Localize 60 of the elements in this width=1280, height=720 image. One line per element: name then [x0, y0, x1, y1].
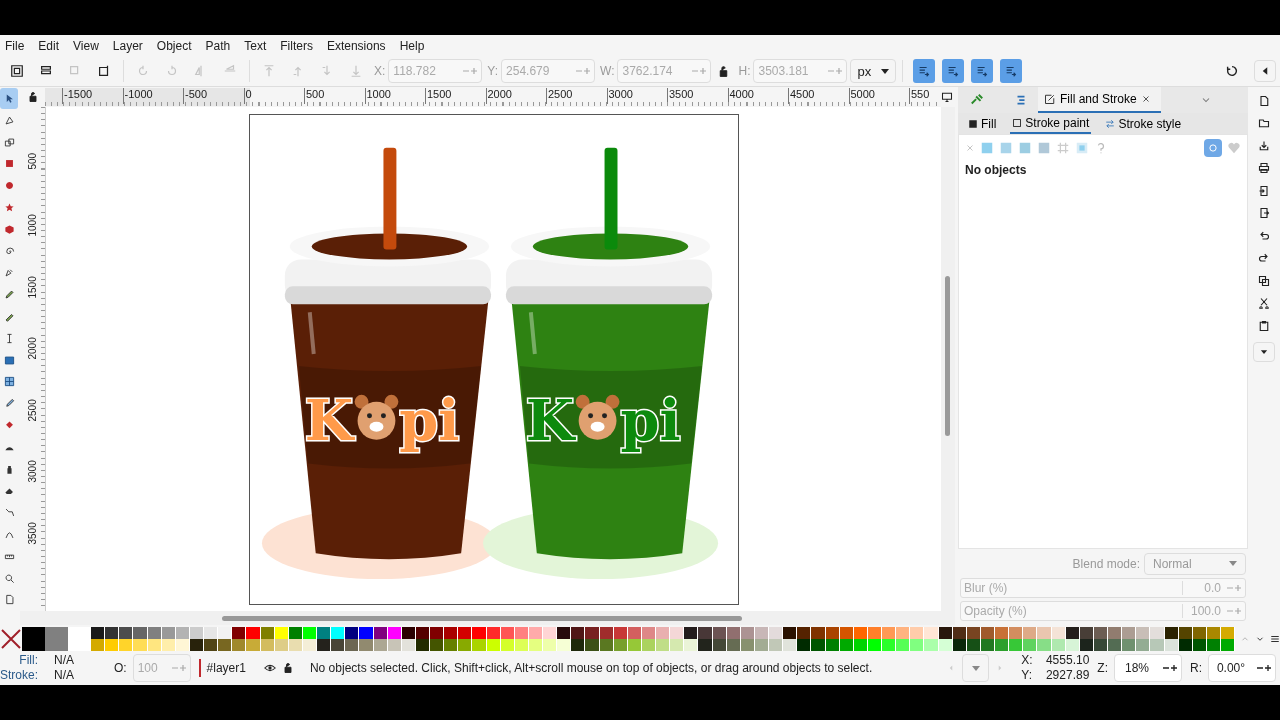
cup-label-text: K — [525, 387, 575, 453]
ruler-label: 0 — [243, 87, 304, 104]
cup-label-text: K — [304, 387, 354, 453]
ruler-label: 2500 — [27, 398, 38, 423]
cursor-x-label: X: — [1021, 653, 1034, 669]
fill-label: Fill: — [18, 653, 38, 669]
ruler-label: 2500 — [546, 87, 607, 104]
ruler-label: -1000 — [122, 87, 183, 104]
menu-item[interactable]: Object — [156, 38, 192, 53]
coordinate-label: W: — [600, 64, 615, 78]
menu-item[interactable]: Layer — [112, 38, 143, 53]
zoom-field[interactable]: 18% — [1114, 654, 1182, 683]
ruler-label: 3500 — [667, 87, 728, 104]
zoom-label: Z: — [1097, 661, 1108, 676]
cup-label-text: pi — [620, 387, 681, 453]
cursor-x-value: 4555.10 — [1044, 653, 1090, 669]
blend-mode-label: Blend mode: — [1072, 556, 1140, 571]
coordinate-label: Y: — [487, 64, 499, 78]
menu-item[interactable]: Help — [399, 38, 425, 53]
ruler-label: 5000 — [848, 87, 909, 104]
ruler-label: 1500 — [425, 87, 486, 104]
ruler-label: 3000 — [27, 460, 38, 485]
ruler-label: 500 — [304, 87, 365, 104]
unit-dropdown[interactable]: px — [850, 59, 897, 83]
ruler-label: 2000 — [485, 87, 546, 104]
stroke-label: Stroke: — [0, 668, 38, 684]
menu-item[interactable]: File — [5, 38, 25, 53]
status-text: No objects — [965, 163, 1028, 178]
dialog-tab[interactable]: Fill and Stroke — [1038, 86, 1161, 113]
rotation-label: R: — [1190, 661, 1202, 676]
fill-value: N/A — [53, 653, 75, 669]
opacity-label: O: — [114, 661, 127, 676]
ruler-label: 3000 — [606, 87, 667, 104]
rotation-field[interactable]: 0.00° — [1208, 654, 1276, 683]
cursor-y-value: 2927.89 — [1044, 668, 1090, 684]
cursor-y-label: Y: — [1021, 668, 1033, 684]
ruler-label: 1500 — [27, 275, 38, 300]
layer-name[interactable]: #layer1 — [206, 661, 246, 676]
paint-tab[interactable]: Fill — [966, 114, 999, 133]
menu-item[interactable]: Extensions — [326, 38, 386, 53]
ruler-label: -1500 — [62, 87, 123, 104]
coordinate-label: X: — [374, 64, 386, 78]
menu-item[interactable]: View — [73, 38, 99, 53]
coordinate-label: H: — [738, 64, 751, 78]
ruler-label: 1000 — [27, 214, 38, 239]
ruler-label: -500 — [183, 87, 244, 104]
menu-item[interactable]: Filters — [280, 38, 313, 53]
menu-item[interactable]: Edit — [38, 38, 60, 53]
cup-label-text: pi — [399, 387, 460, 453]
ruler-label: 2000 — [27, 337, 38, 362]
menu-item[interactable]: Path — [205, 38, 231, 53]
ruler-label: 4000 — [727, 87, 788, 104]
menu-item[interactable]: Text — [244, 38, 267, 53]
ruler-label: 3500 — [27, 521, 38, 546]
stroke-value: N/A — [53, 668, 75, 684]
ruler-label: 4500 — [788, 87, 849, 104]
ruler-label: 500 — [27, 152, 38, 172]
ruler-label: 1000 — [364, 87, 425, 104]
status-message: No objects selected. Click, Shift+click, Alt+scroll mouse on top of objects, or drag around objects to select. — [309, 661, 874, 676]
paint-tab[interactable]: Stroke style — [1103, 114, 1184, 133]
